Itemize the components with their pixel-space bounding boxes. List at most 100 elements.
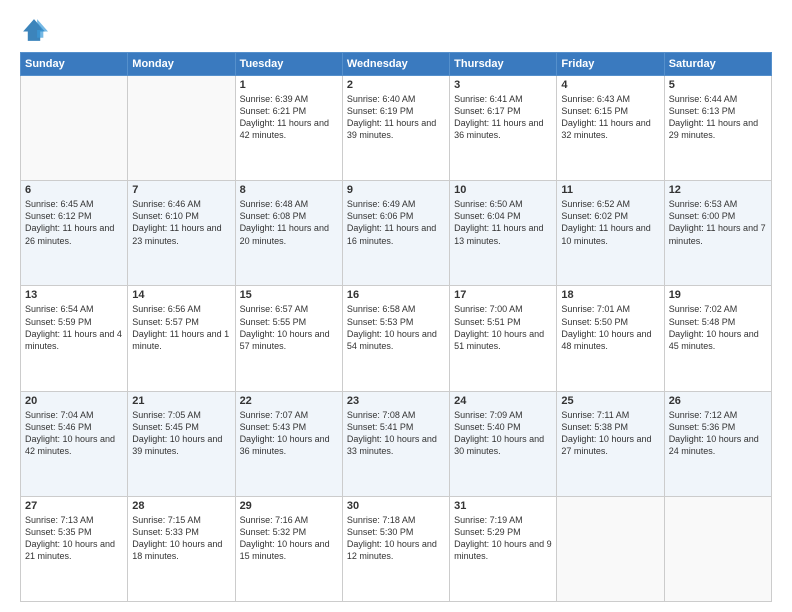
calendar-table: SundayMondayTuesdayWednesdayThursdayFrid… [20, 52, 772, 602]
day-number: 19 [669, 289, 767, 301]
calendar-day-cell: 17 Sunrise: 7:00 AM Sunset: 5:51 PM Dayli… [450, 286, 557, 391]
calendar-week-row: 27Sunrise: 7:13 AM Sunset: 5:35 PM Dayli… [21, 496, 772, 601]
day-number: 12 [669, 184, 767, 196]
calendar-day-cell: 15 Sunrise: 6:57 AM Sunset: 5:55 PM Dayli… [235, 286, 342, 391]
day-number: 18 [561, 289, 659, 301]
calendar-day-cell: 22 Sunrise: 7:07 AM Sunset: 5:43 PM Dayli… [235, 391, 342, 496]
calendar-week-row: 1 Sunrise: 6:39 AM Sunset: 6:21 PM Daylig… [21, 76, 772, 181]
calendar-day-cell: 9 Sunrise: 6:49 AM Sunset: 6:06 PM Daylig… [342, 181, 449, 286]
header [20, 16, 772, 44]
calendar-day-cell: 5Sunrise: 6:44 AM Sunset: 6:13 PM Daylig… [664, 76, 771, 181]
calendar-day-cell: 18 Sunrise: 7:01 AM Sunset: 5:50 PM Dayli… [557, 286, 664, 391]
calendar-day-cell [21, 76, 128, 181]
calendar-day-cell: 20 Sunrise: 7:04 AM Sunset: 5:46 PM Dayli… [21, 391, 128, 496]
calendar-day-cell: 29 Sunrise: 7:16 AM Sunset: 5:32 PM Dayli… [235, 496, 342, 601]
calendar-day-cell: 26 Sunrise: 7:12 AM Sunset: 5:36 PM Dayli… [664, 391, 771, 496]
day-info: Sunrise: 7:01 AM Sunset: 5:50 PM Dayligh… [561, 303, 659, 352]
calendar-week-row: 20 Sunrise: 7:04 AM Sunset: 5:46 PM Dayli… [21, 391, 772, 496]
day-info: Sunrise: 6:49 AM Sunset: 6:06 PM Dayligh… [347, 198, 445, 247]
day-number: 26 [669, 395, 767, 407]
day-info: Sunrise: 7:12 AM Sunset: 5:36 PM Dayligh… [669, 409, 767, 458]
calendar-day-cell: 11Sunrise: 6:52 AM Sunset: 6:02 PM Dayli… [557, 181, 664, 286]
day-info: Sunrise: 6:56 AM Sunset: 5:57 PM Dayligh… [132, 303, 230, 352]
day-number: 30 [347, 500, 445, 512]
day-info: Sunrise: 7:07 AM Sunset: 5:43 PM Dayligh… [240, 409, 338, 458]
day-number: 29 [240, 500, 338, 512]
calendar-day-cell: 21 Sunrise: 7:05 AM Sunset: 5:45 PM Dayli… [128, 391, 235, 496]
day-number: 10 [454, 184, 552, 196]
calendar-day-cell: 13 Sunrise: 6:54 AM Sunset: 5:59 PM Dayli… [21, 286, 128, 391]
day-info: Sunrise: 6:39 AM Sunset: 6:21 PM Dayligh… [240, 93, 338, 142]
calendar-week-row: 6 Sunrise: 6:45 AM Sunset: 6:12 PM Daylig… [21, 181, 772, 286]
day-info: Sunrise: 6:54 AM Sunset: 5:59 PM Dayligh… [25, 303, 123, 352]
logo [20, 16, 52, 44]
day-number: 16 [347, 289, 445, 301]
weekday-header-wednesday: Wednesday [342, 53, 449, 76]
calendar-day-cell: 2 Sunrise: 6:40 AM Sunset: 6:19 PM Daylig… [342, 76, 449, 181]
day-info: Sunrise: 6:48 AM Sunset: 6:08 PM Dayligh… [240, 198, 338, 247]
calendar-day-cell: 3Sunrise: 6:41 AM Sunset: 6:17 PM Daylig… [450, 76, 557, 181]
weekday-header-thursday: Thursday [450, 53, 557, 76]
day-number: 14 [132, 289, 230, 301]
calendar-day-cell: 30Sunrise: 7:18 AM Sunset: 5:30 PM Dayli… [342, 496, 449, 601]
calendar-day-cell: 1 Sunrise: 6:39 AM Sunset: 6:21 PM Daylig… [235, 76, 342, 181]
day-number: 13 [25, 289, 123, 301]
calendar-day-cell: 6 Sunrise: 6:45 AM Sunset: 6:12 PM Daylig… [21, 181, 128, 286]
page: SundayMondayTuesdayWednesdayThursdayFrid… [0, 0, 792, 612]
day-info: Sunrise: 7:08 AM Sunset: 5:41 PM Dayligh… [347, 409, 445, 458]
day-info: Sunrise: 7:04 AM Sunset: 5:46 PM Dayligh… [25, 409, 123, 458]
day-info: Sunrise: 7:00 AM Sunset: 5:51 PM Dayligh… [454, 303, 552, 352]
calendar-day-cell: 8 Sunrise: 6:48 AM Sunset: 6:08 PM Daylig… [235, 181, 342, 286]
logo-icon [20, 16, 48, 44]
day-info: Sunrise: 6:58 AM Sunset: 5:53 PM Dayligh… [347, 303, 445, 352]
day-number: 24 [454, 395, 552, 407]
calendar-day-cell: 28 Sunrise: 7:15 AM Sunset: 5:33 PM Dayli… [128, 496, 235, 601]
day-info: Sunrise: 7:19 AM Sunset: 5:29 PM Dayligh… [454, 514, 552, 563]
calendar-day-cell: 10 Sunrise: 6:50 AM Sunset: 6:04 PM Dayli… [450, 181, 557, 286]
day-info: Sunrise: 6:53 AM Sunset: 6:00 PM Dayligh… [669, 198, 767, 247]
day-info: Sunrise: 7:16 AM Sunset: 5:32 PM Dayligh… [240, 514, 338, 563]
calendar-day-cell [664, 496, 771, 601]
day-number: 23 [347, 395, 445, 407]
day-number: 21 [132, 395, 230, 407]
day-number: 6 [25, 184, 123, 196]
calendar-day-cell: 24 Sunrise: 7:09 AM Sunset: 5:40 PM Dayli… [450, 391, 557, 496]
weekday-header-friday: Friday [557, 53, 664, 76]
day-number: 1 [240, 79, 338, 91]
day-info: Sunrise: 6:40 AM Sunset: 6:19 PM Dayligh… [347, 93, 445, 142]
weekday-header-monday: Monday [128, 53, 235, 76]
day-number: 8 [240, 184, 338, 196]
day-number: 15 [240, 289, 338, 301]
day-info: Sunrise: 7:09 AM Sunset: 5:40 PM Dayligh… [454, 409, 552, 458]
calendar-day-cell [557, 496, 664, 601]
day-number: 28 [132, 500, 230, 512]
day-number: 7 [132, 184, 230, 196]
weekday-header-saturday: Saturday [664, 53, 771, 76]
day-info: Sunrise: 6:45 AM Sunset: 6:12 PM Dayligh… [25, 198, 123, 247]
weekday-header-tuesday: Tuesday [235, 53, 342, 76]
day-number: 3 [454, 79, 552, 91]
calendar-day-cell: 12 Sunrise: 6:53 AM Sunset: 6:00 PM Dayli… [664, 181, 771, 286]
day-info: Sunrise: 6:50 AM Sunset: 6:04 PM Dayligh… [454, 198, 552, 247]
weekday-header-sunday: Sunday [21, 53, 128, 76]
day-number: 20 [25, 395, 123, 407]
day-number: 22 [240, 395, 338, 407]
calendar-day-cell: 19Sunrise: 7:02 AM Sunset: 5:48 PM Dayli… [664, 286, 771, 391]
day-info: Sunrise: 6:43 AM Sunset: 6:15 PM Dayligh… [561, 93, 659, 142]
calendar-day-cell: 23 Sunrise: 7:08 AM Sunset: 5:41 PM Dayli… [342, 391, 449, 496]
calendar-day-cell: 16 Sunrise: 6:58 AM Sunset: 5:53 PM Dayli… [342, 286, 449, 391]
day-number: 9 [347, 184, 445, 196]
day-number: 25 [561, 395, 659, 407]
day-number: 5 [669, 79, 767, 91]
day-info: Sunrise: 6:57 AM Sunset: 5:55 PM Dayligh… [240, 303, 338, 352]
calendar-day-cell: 31Sunrise: 7:19 AM Sunset: 5:29 PM Dayli… [450, 496, 557, 601]
calendar-day-cell: 14 Sunrise: 6:56 AM Sunset: 5:57 PM Dayli… [128, 286, 235, 391]
day-number: 17 [454, 289, 552, 301]
calendar-day-cell: 4 Sunrise: 6:43 AM Sunset: 6:15 PM Daylig… [557, 76, 664, 181]
day-number: 27 [25, 500, 123, 512]
day-number: 2 [347, 79, 445, 91]
day-info: Sunrise: 7:05 AM Sunset: 5:45 PM Dayligh… [132, 409, 230, 458]
day-info: Sunrise: 7:15 AM Sunset: 5:33 PM Dayligh… [132, 514, 230, 563]
day-info: Sunrise: 6:52 AM Sunset: 6:02 PM Dayligh… [561, 198, 659, 247]
day-number: 4 [561, 79, 659, 91]
